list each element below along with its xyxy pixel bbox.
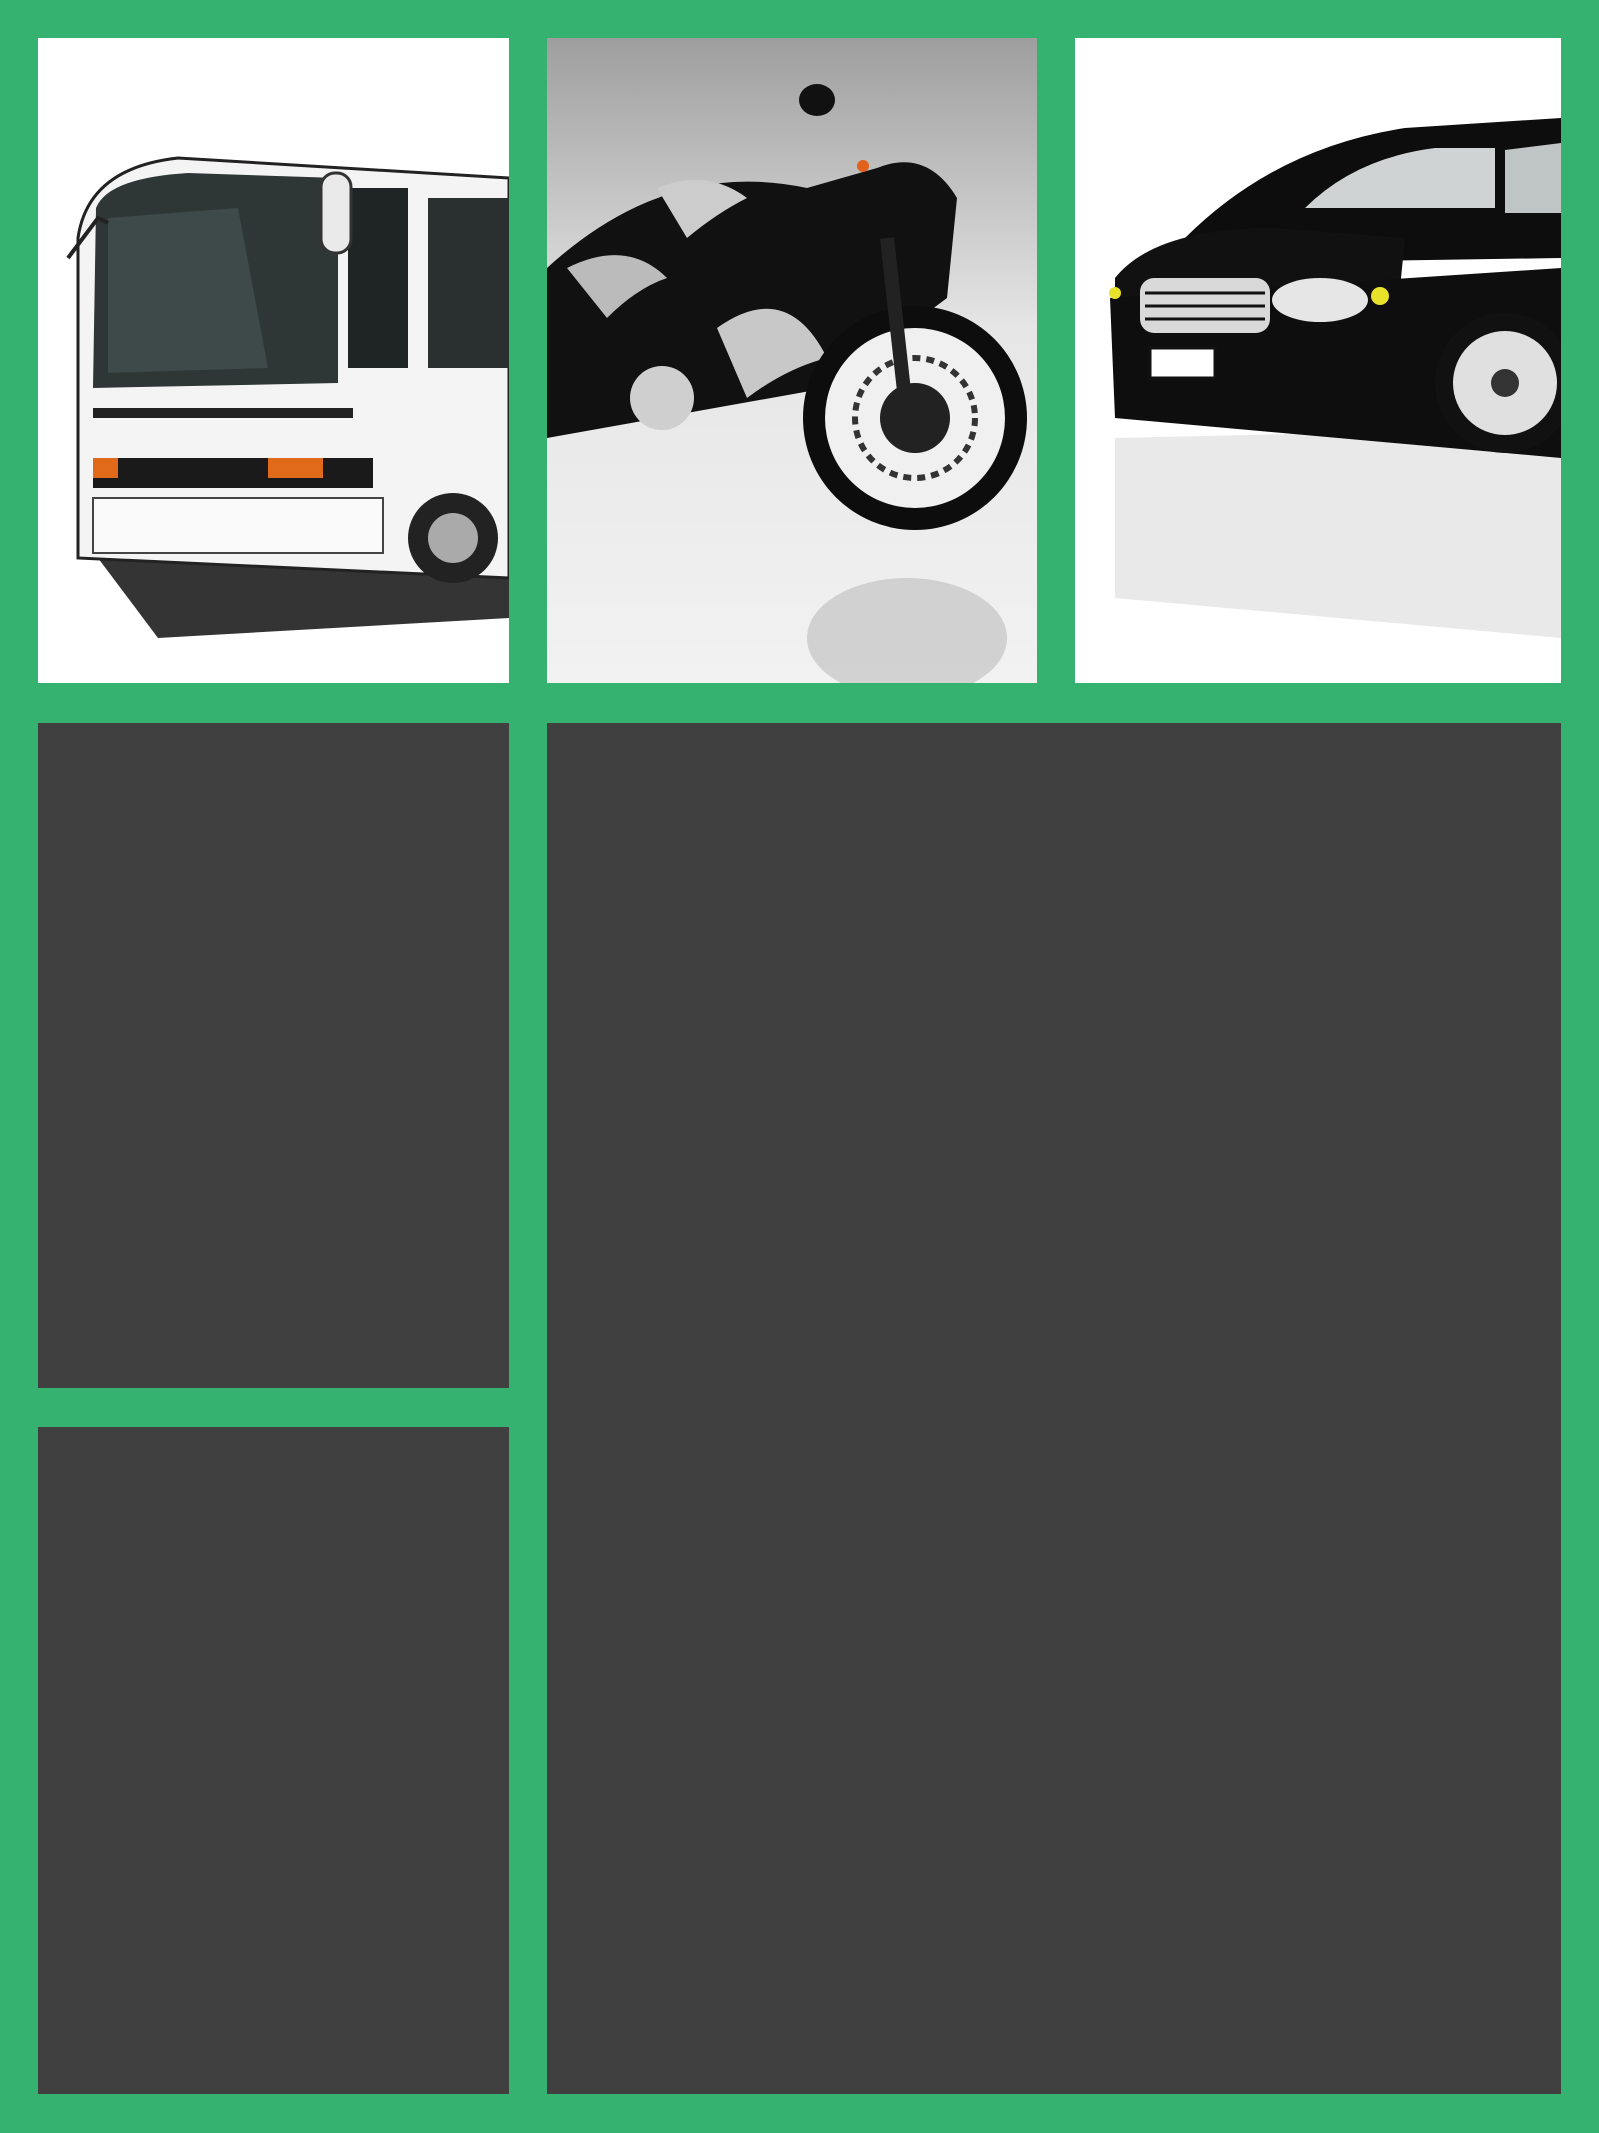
motorcycle-image-tile[interactable]	[547, 38, 1037, 683]
left-upper-panel	[38, 723, 509, 1388]
left-lower-panel	[38, 1427, 509, 2094]
bus-icon	[38, 38, 509, 683]
main-panel	[547, 723, 1561, 2094]
car-icon	[1075, 38, 1561, 683]
bus-image-tile[interactable]	[38, 38, 509, 683]
collage-page	[0, 0, 1599, 2133]
car-image-tile[interactable]	[1075, 38, 1561, 683]
motorcycle-icon	[547, 38, 1037, 683]
